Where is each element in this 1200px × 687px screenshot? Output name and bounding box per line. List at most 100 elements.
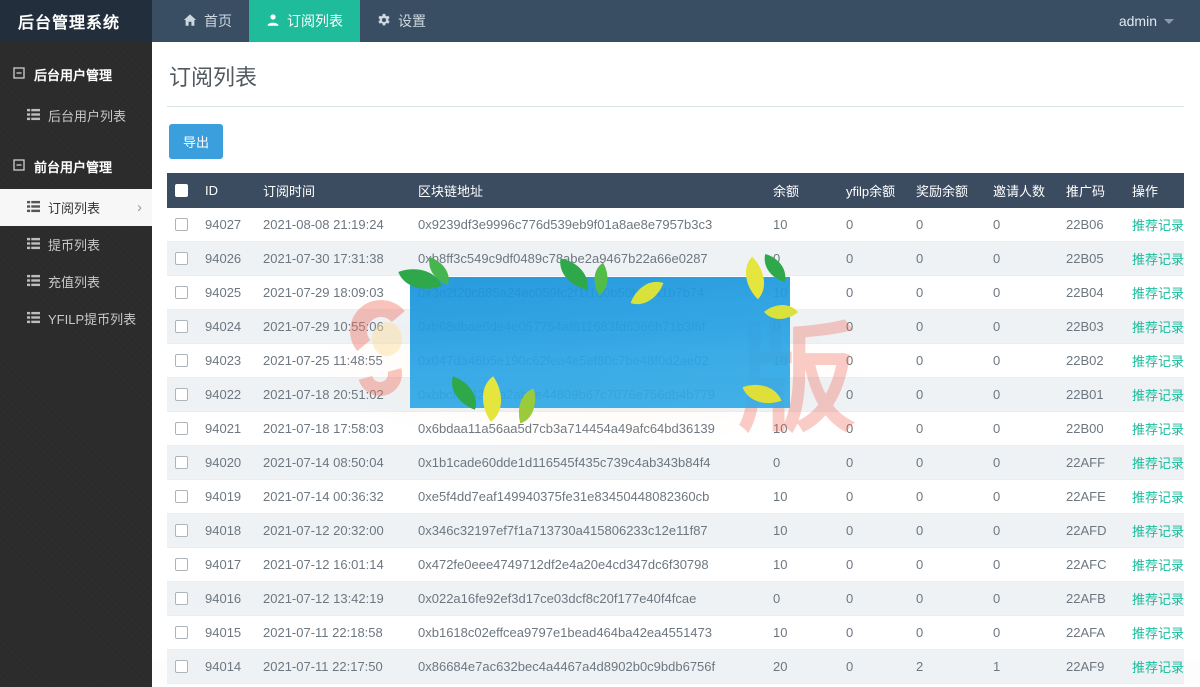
subscribe-time: 2021-07-29 10:55:06 [255,310,410,344]
table-body: 940272021-08-08 21:19:240x9239df3e9996c7… [167,208,1184,687]
list-icon [27,237,40,253]
table-row: 940172021-07-12 16:01:140x472fe0eee47497… [167,548,1184,582]
balance: 0 [765,446,838,480]
top-navbar: 后台管理系统 首页订阅列表设置 admin [0,0,1200,42]
row-checkbox[interactable] [175,490,188,503]
referral-record-link[interactable]: 推荐记录 [1132,490,1184,505]
row-id: 94018 [197,514,255,548]
referral-record-link[interactable]: 推荐记录 [1132,320,1184,335]
yfilp-balance: 0 [838,514,908,548]
export-button[interactable]: 导出 [169,124,223,159]
row-checkbox[interactable] [175,558,188,571]
sidebar-item-订阅列表[interactable]: 订阅列表› [0,189,152,226]
row-id: 94014 [197,650,255,684]
row-checkbox[interactable] [175,388,188,401]
table-row: 940182021-07-12 20:32:000x346c32197ef7f1… [167,514,1184,548]
row-id: 94019 [197,480,255,514]
referral-record-link[interactable]: 推荐记录 [1132,218,1184,233]
referral-record-link[interactable]: 推荐记录 [1132,524,1184,539]
referral-record-link[interactable]: 推荐记录 [1132,456,1184,471]
reward-balance: 0 [908,378,985,412]
referral-record-link[interactable]: 推荐记录 [1132,286,1184,301]
row-checkbox[interactable] [175,218,188,231]
promo-code: 22AFC [1058,548,1124,582]
subscribe-time: 2021-08-08 21:19:24 [255,208,410,242]
blockchain-address: 0x472fe0eee4749712df2e4a20e4cd347dc6f307… [410,548,765,582]
sidebar-group-header[interactable]: 后台用户管理 [0,52,152,97]
sidebar-item-后台用户列表[interactable]: 后台用户列表› [0,97,152,134]
promo-code: 22AFF [1058,446,1124,480]
subscribe-time: 2021-07-14 08:50:04 [255,446,410,480]
balance: 10 [765,208,838,242]
referral-record-link[interactable]: 推荐记录 [1132,354,1184,369]
nav-tab-订阅列表[interactable]: 订阅列表 [249,0,360,42]
row-checkbox[interactable] [175,354,188,367]
yfilp-balance: 0 [838,344,908,378]
yfilp-balance: 0 [838,208,908,242]
yfilp-balance: 0 [838,276,908,310]
yfilp-balance: 0 [838,684,908,687]
referral-record-link[interactable]: 推荐记录 [1132,422,1184,437]
row-id: 94017 [197,548,255,582]
chevron-down-icon [1164,19,1174,24]
invite-count: 0 [985,446,1058,480]
nav-tab-首页[interactable]: 首页 [166,0,249,42]
row-checkbox[interactable] [175,592,188,605]
username: admin [1119,13,1157,29]
row-id: 94024 [197,310,255,344]
sidebar-item-YFILP提币列表[interactable]: YFILP提币列表› [0,300,152,337]
promo-code: 22AF8 [1058,684,1124,687]
invite-count: 0 [985,344,1058,378]
blockchain-address: 0xb8ff3c549c9df0489c78abe2a9467b22a66e02… [410,242,765,276]
referral-record-link[interactable]: 推荐记录 [1132,592,1184,607]
sidebar-item-提币列表[interactable]: 提币列表› [0,226,152,263]
invite-count: 0 [985,684,1058,687]
blockchain-address: 0x346c32197ef7f1a713730a415806233c12e11f… [410,514,765,548]
balance: 10 [765,514,838,548]
reward-balance: 0 [908,412,985,446]
reward-balance: 0 [908,446,985,480]
row-checkbox[interactable] [175,660,188,673]
reward-balance: 0 [908,582,985,616]
home-icon [183,13,197,30]
blockchain-address: 0xb68dbae6de4e057754af811683fd6366b71b3f… [410,310,765,344]
row-checkbox[interactable] [175,286,188,299]
subscribe-time: 2021-07-14 00:36:32 [255,480,410,514]
row-id: 94027 [197,208,255,242]
referral-record-link[interactable]: 推荐记录 [1132,388,1184,403]
select-all-checkbox[interactable] [175,184,188,197]
row-checkbox[interactable] [175,456,188,469]
collapse-icon [13,159,25,174]
column-header: 余额 [765,173,838,208]
row-id: 94013 [197,684,255,687]
referral-record-link[interactable]: 推荐记录 [1132,252,1184,267]
app-title: 后台管理系统 [0,0,152,42]
row-checkbox[interactable] [175,524,188,537]
list-icon [27,311,40,327]
referral-record-link[interactable]: 推荐记录 [1132,660,1184,675]
row-checkbox[interactable] [175,320,188,333]
balance: 10 [765,344,838,378]
invite-count: 0 [985,582,1058,616]
referral-record-link[interactable]: 推荐记录 [1132,626,1184,641]
column-header: 订阅时间 [255,173,410,208]
invite-count: 0 [985,514,1058,548]
row-checkbox[interactable] [175,626,188,639]
referral-record-link[interactable]: 推荐记录 [1132,558,1184,573]
table-row: 940272021-08-08 21:19:240x9239df3e9996c7… [167,208,1184,242]
row-checkbox[interactable] [175,252,188,265]
user-menu[interactable]: admin [1093,0,1200,42]
sidebar-group-header[interactable]: 前台用户管理 [0,144,152,189]
reward-balance: 0 [908,684,985,687]
subscribe-time: 2021-07-12 20:32:00 [255,514,410,548]
nav-tab-设置[interactable]: 设置 [360,0,443,42]
balance: 10 [765,616,838,650]
subscribe-time: 2021-07-25 11:48:55 [255,344,410,378]
reward-balance: 0 [908,616,985,650]
invite-count: 0 [985,208,1058,242]
row-checkbox[interactable] [175,422,188,435]
sidebar-item-充值列表[interactable]: 充值列表› [0,263,152,300]
blockchain-address: 0xbbcfc84299a2ab3e44809b67c7076e756db4b7… [410,378,765,412]
list-icon [27,200,40,216]
balance: 0 [765,582,838,616]
